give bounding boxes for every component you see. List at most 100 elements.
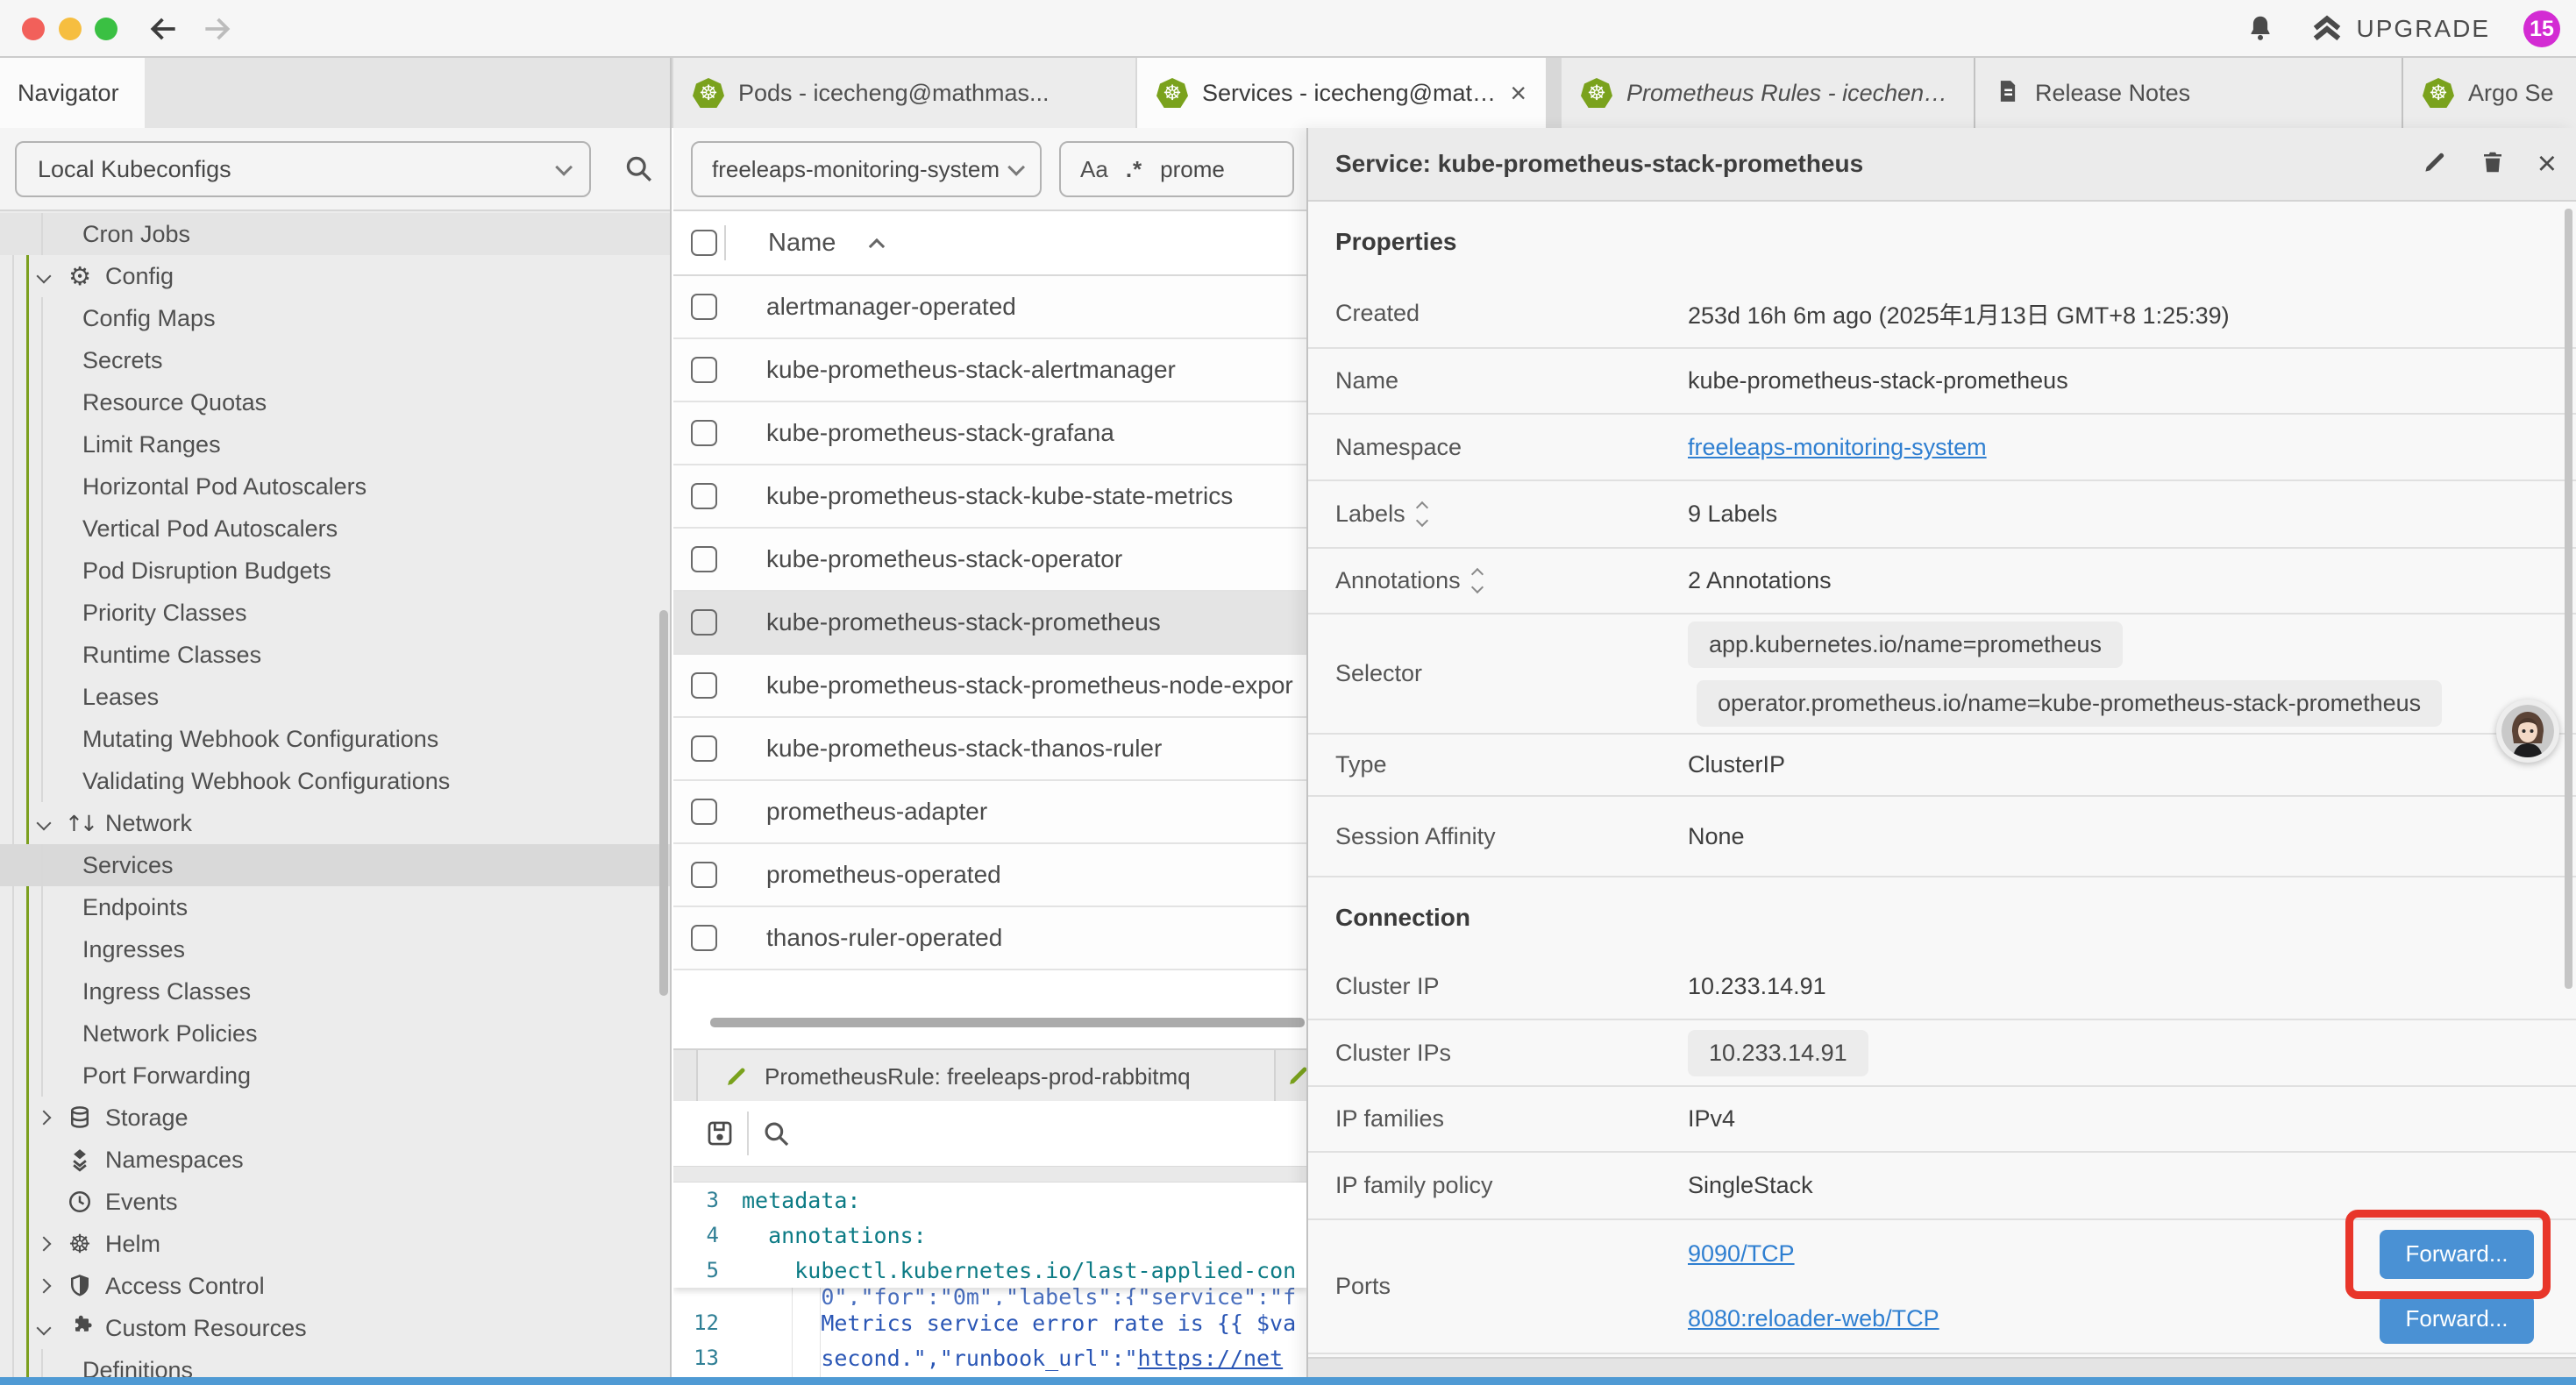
details-scrollbar[interactable] (2565, 209, 2572, 989)
row-checkbox[interactable] (691, 672, 717, 699)
sidebar-item-secrets[interactable]: Secrets (0, 339, 672, 381)
editor-tab-next[interactable] (1276, 1050, 1306, 1101)
table-row-prometheus-adapter[interactable]: prometheus-adapter (673, 781, 1306, 844)
sidebar-item-cron-jobs[interactable]: Cron Jobs (0, 213, 672, 255)
regex-toggle[interactable]: .* (1126, 156, 1142, 183)
sidebar-item-validating-webhook-configurations[interactable]: Validating Webhook Configurations (0, 760, 672, 802)
sidebar-item-priority-classes[interactable]: Priority Classes (0, 592, 672, 634)
forward-button[interactable] (200, 12, 233, 46)
traffic-light-close-button[interactable] (22, 18, 45, 40)
tab-argo-se[interactable]: ☸Argo Se (2402, 58, 2576, 128)
upgrade-button[interactable]: UPGRADE (2309, 11, 2490, 46)
tab-navigator[interactable]: Navigator (0, 58, 145, 128)
tab-prometheus-rules-icecheng[interactable]: ☸Prometheus Rules - icecheng... (1562, 58, 1974, 128)
row-checkbox[interactable] (691, 420, 717, 446)
row-checkbox[interactable] (691, 735, 717, 762)
table-row-kube-prometheus-stack-kube-state-metrics[interactable]: kube-prometheus-stack-kube-state-metrics (673, 465, 1306, 529)
table-row-kube-prometheus-stack-alertmanager[interactable]: kube-prometheus-stack-alertmanager (673, 339, 1306, 402)
editor-search-button[interactable] (761, 1119, 791, 1148)
row-checkbox[interactable] (691, 357, 717, 383)
arrow-right-icon (200, 12, 233, 46)
table-row-prometheus-operated[interactable]: prometheus-operated (673, 844, 1306, 907)
sidebar-item-horizontal-pod-autoscalers[interactable]: Horizontal Pod Autoscalers (0, 465, 672, 508)
chevron-right-icon[interactable] (37, 1279, 52, 1294)
sidebar-item-namespaces[interactable]: Namespaces (0, 1139, 672, 1181)
sidebar-search-icon[interactable] (623, 153, 654, 184)
match-case-toggle[interactable]: Aa (1080, 156, 1108, 183)
table-row-kube-prometheus-stack-prometheus-node-ex[interactable]: kube-prometheus-stack-prometheus-node-ex… (673, 655, 1306, 718)
row-checkbox[interactable] (691, 546, 717, 572)
close-icon[interactable]: × (2537, 147, 2557, 181)
yaml-editor[interactable]: 3metadata:4 annotations:5 kubectl.kubern… (673, 1183, 1306, 1385)
sidebar-item-ingresses[interactable]: Ingresses (0, 928, 672, 970)
select-all-checkbox[interactable] (691, 230, 717, 256)
table-row-kube-prometheus-stack-prometheus[interactable]: kube-prometheus-stack-prometheus (673, 592, 1306, 655)
table-row-kube-prometheus-stack-thanos-ruler[interactable]: kube-prometheus-stack-thanos-ruler (673, 718, 1306, 781)
traffic-light-zoom-button[interactable] (95, 18, 117, 40)
traffic-light-minimize-button[interactable] (59, 18, 82, 40)
name-search-input[interactable]: Aa .* prome (1059, 141, 1294, 197)
chevron-down-icon[interactable] (37, 816, 52, 831)
property-value-link[interactable]: freeleaps-monitoring-system (1688, 434, 1987, 461)
row-checkbox[interactable] (691, 294, 717, 320)
port-link[interactable]: 9090/TCP (1688, 1240, 1795, 1268)
sidebar-item-access-control[interactable]: Access Control (0, 1265, 672, 1307)
row-checkbox[interactable] (691, 799, 717, 825)
table-row-kube-prometheus-stack-operator[interactable]: kube-prometheus-stack-operator (673, 529, 1306, 592)
notification-badge[interactable]: 15 (2523, 11, 2560, 47)
chevron-right-icon[interactable] (37, 1237, 52, 1252)
sort-updown-icon[interactable] (1418, 503, 1427, 525)
table-row-thanos-ruler-operated[interactable]: thanos-ruler-operated (673, 907, 1306, 970)
chevron-right-icon[interactable] (37, 1111, 52, 1126)
sort-updown-icon[interactable] (1473, 570, 1482, 592)
sidebar-item-network[interactable]: ↑↓Network (0, 802, 672, 844)
tab-release-notes[interactable]: Release Notes (1974, 58, 2402, 128)
chevron-down-icon[interactable] (37, 1321, 52, 1336)
sidebar-item-vertical-pod-autoscalers[interactable]: Vertical Pod Autoscalers (0, 508, 672, 550)
row-checkbox[interactable] (691, 862, 717, 888)
save-button[interactable] (705, 1119, 735, 1148)
table-row-kube-prometheus-stack-grafana[interactable]: kube-prometheus-stack-grafana (673, 402, 1306, 465)
sidebar-item-pod-disruption-budgets[interactable]: Pod Disruption Budgets (0, 550, 672, 592)
edit-button[interactable] (2422, 149, 2448, 180)
chevron-none-icon[interactable] (39, 1197, 49, 1207)
sidebar-item-network-policies[interactable]: Network Policies (0, 1012, 672, 1055)
port-link[interactable]: 8080:reloader-web/TCP (1688, 1305, 1939, 1332)
sidebar-item-leases[interactable]: Leases (0, 676, 672, 718)
sidebar-item-config-maps[interactable]: Config Maps (0, 297, 672, 339)
row-checkbox[interactable] (691, 483, 717, 509)
sidebar-item-ingress-classes[interactable]: Ingress Classes (0, 970, 672, 1012)
chevron-none-icon[interactable] (39, 1154, 49, 1165)
sidebar-item-custom-resources[interactable]: Custom Resources (0, 1307, 672, 1349)
sidebar-item-mutating-webhook-configurations[interactable]: Mutating Webhook Configurations (0, 718, 672, 760)
horizontal-scrollbar[interactable] (710, 1018, 1305, 1027)
sidebar-item-runtime-classes[interactable]: Runtime Classes (0, 634, 672, 676)
close-tab-icon[interactable]: × (1510, 79, 1526, 107)
sidebar-item-storage[interactable]: Storage (0, 1097, 672, 1139)
sidebar-item-resource-quotas[interactable]: Resource Quotas (0, 381, 672, 423)
sidebar-item-limit-ranges[interactable]: Limit Ranges (0, 423, 672, 465)
forward-button[interactable]: Forward... (2380, 1295, 2534, 1344)
tab-pods-icecheng-mathmas[interactable]: ☸Pods - icecheng@mathmas... (673, 58, 1135, 128)
chevron-down-icon[interactable] (37, 269, 52, 284)
row-checkbox[interactable] (691, 925, 717, 951)
bell-icon[interactable] (2245, 13, 2276, 45)
sidebar-scrollbar[interactable] (659, 610, 668, 996)
sidebar-item-services[interactable]: Services (0, 844, 672, 886)
delete-button[interactable] (2480, 149, 2506, 180)
sidebar-item-helm[interactable]: ☸Helm (0, 1223, 672, 1265)
back-button[interactable] (147, 12, 181, 46)
row-checkbox[interactable] (691, 609, 717, 636)
sort-ascending-icon[interactable] (869, 238, 885, 253)
avatar[interactable] (2496, 700, 2559, 763)
sidebar-item-endpoints[interactable]: Endpoints (0, 886, 672, 928)
sidebar-item-port-forwarding[interactable]: Port Forwarding (0, 1055, 672, 1097)
tab-services-icecheng-math[interactable]: ☸Services - icecheng@math...× (1137, 58, 1546, 128)
sidebar-item-config[interactable]: ⚙Config (0, 255, 672, 297)
namespace-selector[interactable]: freeleaps-monitoring-system (691, 141, 1042, 197)
sidebar-item-events[interactable]: Events (0, 1181, 672, 1223)
editor-tab-prometheusrule[interactable]: PrometheusRule: freeleaps-prod-rabbitmq (696, 1050, 1276, 1103)
name-column-header[interactable]: Name (768, 229, 836, 258)
table-row-alertmanager-operated[interactable]: alertmanager-operated (673, 276, 1306, 339)
kubeconfig-selector[interactable]: Local Kubeconfigs (15, 141, 591, 197)
